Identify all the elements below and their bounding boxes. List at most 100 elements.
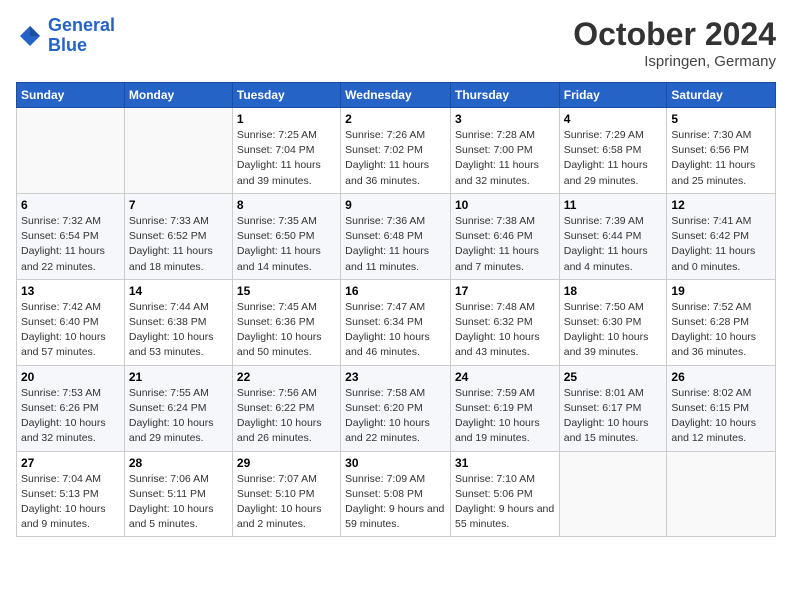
day-number: 25 <box>564 370 663 384</box>
calendar-cell: 7Sunrise: 7:33 AM Sunset: 6:52 PM Daylig… <box>124 193 232 279</box>
day-number: 24 <box>455 370 555 384</box>
calendar-body: 1 Sunrise: 7:25 AM Sunset: 7:04 PM Daylig… <box>17 108 776 537</box>
day-info: Sunrise: 7:06 AM Sunset: 5:11 PM Dayligh… <box>129 472 228 533</box>
weekday-header-wednesday: Wednesday <box>341 83 451 108</box>
weekday-header-saturday: Saturday <box>667 83 776 108</box>
day-info: Sunrise: 7:42 AM Sunset: 6:40 PM Dayligh… <box>21 300 120 361</box>
day-info: Sunrise: 7:39 AM Sunset: 6:44 PM Dayligh… <box>564 214 663 275</box>
weekday-header-sunday: Sunday <box>17 83 125 108</box>
day-info: Sunrise: 7:04 AM Sunset: 5:13 PM Dayligh… <box>21 472 120 533</box>
calendar-cell: 1 Sunrise: 7:25 AM Sunset: 7:04 PM Daylig… <box>232 108 340 194</box>
calendar-cell: 11 Sunrise: 7:39 AM Sunset: 6:44 PM Dayli… <box>559 193 667 279</box>
month-title: October 2024 <box>573 16 776 53</box>
logo: General Blue <box>16 16 115 56</box>
calendar-week-3: 13 Sunrise: 7:42 AM Sunset: 6:40 PM Dayli… <box>17 279 776 365</box>
day-info: Sunrise: 7:47 AM Sunset: 6:34 PM Dayligh… <box>345 300 446 361</box>
calendar-cell: 24 Sunrise: 7:59 AM Sunset: 6:19 PM Dayli… <box>450 365 559 451</box>
logo-general: General <box>48 15 115 35</box>
calendar-cell: 9 Sunrise: 7:36 AM Sunset: 6:48 PM Daylig… <box>341 193 451 279</box>
logo-blue: Blue <box>48 35 87 55</box>
day-number: 20 <box>21 370 120 384</box>
day-info: Sunrise: 7:55 AM Sunset: 6:24 PM Dayligh… <box>129 386 228 447</box>
day-info: Sunrise: 7:33 AM Sunset: 6:52 PM Dayligh… <box>129 214 228 275</box>
calendar-cell: 25Sunrise: 8:01 AM Sunset: 6:17 PM Dayli… <box>559 365 667 451</box>
calendar-cell: 18Sunrise: 7:50 AM Sunset: 6:30 PM Dayli… <box>559 279 667 365</box>
calendar-cell: 4 Sunrise: 7:29 AM Sunset: 6:58 PM Daylig… <box>559 108 667 194</box>
day-number: 30 <box>345 456 446 470</box>
calendar-cell: 2Sunrise: 7:26 AM Sunset: 7:02 PM Daylig… <box>341 108 451 194</box>
day-number: 22 <box>237 370 336 384</box>
day-number: 13 <box>21 284 120 298</box>
day-info: Sunrise: 7:52 AM Sunset: 6:28 PM Dayligh… <box>671 300 771 361</box>
weekday-header-thursday: Thursday <box>450 83 559 108</box>
calendar-cell <box>17 108 125 194</box>
day-number: 17 <box>455 284 555 298</box>
calendar-cell: 17Sunrise: 7:48 AM Sunset: 6:32 PM Dayli… <box>450 279 559 365</box>
calendar-cell: 21 Sunrise: 7:55 AM Sunset: 6:24 PM Dayli… <box>124 365 232 451</box>
day-info: Sunrise: 7:32 AM Sunset: 6:54 PM Dayligh… <box>21 214 120 275</box>
calendar-cell: 5Sunrise: 7:30 AM Sunset: 6:56 PM Daylig… <box>667 108 776 194</box>
calendar-header: SundayMondayTuesdayWednesdayThursdayFrid… <box>17 83 776 108</box>
page-header: General Blue October 2024 Ispringen, Ger… <box>16 16 776 70</box>
day-info: Sunrise: 7:36 AM Sunset: 6:48 PM Dayligh… <box>345 214 446 275</box>
logo-icon <box>16 22 44 50</box>
calendar-cell: 27 Sunrise: 7:04 AM Sunset: 5:13 PM Dayli… <box>17 451 125 537</box>
day-number: 26 <box>671 370 771 384</box>
calendar-cell: 28Sunrise: 7:06 AM Sunset: 5:11 PM Dayli… <box>124 451 232 537</box>
day-info: Sunrise: 7:56 AM Sunset: 6:22 PM Dayligh… <box>237 386 336 447</box>
calendar-cell: 13 Sunrise: 7:42 AM Sunset: 6:40 PM Dayli… <box>17 279 125 365</box>
day-number: 27 <box>21 456 120 470</box>
day-info: Sunrise: 7:29 AM Sunset: 6:58 PM Dayligh… <box>564 128 663 189</box>
day-info: Sunrise: 7:44 AM Sunset: 6:38 PM Dayligh… <box>129 300 228 361</box>
day-number: 19 <box>671 284 771 298</box>
day-info: Sunrise: 7:38 AM Sunset: 6:46 PM Dayligh… <box>455 214 555 275</box>
calendar-cell: 30Sunrise: 7:09 AM Sunset: 5:08 PM Dayli… <box>341 451 451 537</box>
calendar-cell: 3Sunrise: 7:28 AM Sunset: 7:00 PM Daylig… <box>450 108 559 194</box>
day-number: 21 <box>129 370 228 384</box>
day-number: 11 <box>564 198 663 212</box>
day-number: 29 <box>237 456 336 470</box>
day-info: Sunrise: 7:30 AM Sunset: 6:56 PM Dayligh… <box>671 128 771 189</box>
day-info: Sunrise: 7:50 AM Sunset: 6:30 PM Dayligh… <box>564 300 663 361</box>
day-number: 3 <box>455 112 555 126</box>
weekday-header-friday: Friday <box>559 83 667 108</box>
calendar-cell: 6Sunrise: 7:32 AM Sunset: 6:54 PM Daylig… <box>17 193 125 279</box>
calendar-cell: 14 Sunrise: 7:44 AM Sunset: 6:38 PM Dayli… <box>124 279 232 365</box>
calendar-week-2: 6Sunrise: 7:32 AM Sunset: 6:54 PM Daylig… <box>17 193 776 279</box>
day-number: 1 <box>237 112 336 126</box>
weekday-header-row: SundayMondayTuesdayWednesdayThursdayFrid… <box>17 83 776 108</box>
day-number: 14 <box>129 284 228 298</box>
day-number: 9 <box>345 198 446 212</box>
calendar-cell <box>667 451 776 537</box>
calendar-week-5: 27 Sunrise: 7:04 AM Sunset: 5:13 PM Dayli… <box>17 451 776 537</box>
day-info: Sunrise: 7:25 AM Sunset: 7:04 PM Dayligh… <box>237 128 336 189</box>
day-number: 15 <box>237 284 336 298</box>
calendar-cell: 26Sunrise: 8:02 AM Sunset: 6:15 PM Dayli… <box>667 365 776 451</box>
day-info: Sunrise: 7:35 AM Sunset: 6:50 PM Dayligh… <box>237 214 336 275</box>
day-number: 23 <box>345 370 446 384</box>
day-info: Sunrise: 7:45 AM Sunset: 6:36 PM Dayligh… <box>237 300 336 361</box>
calendar-week-1: 1 Sunrise: 7:25 AM Sunset: 7:04 PM Daylig… <box>17 108 776 194</box>
weekday-header-tuesday: Tuesday <box>232 83 340 108</box>
calendar-cell: 29 Sunrise: 7:07 AM Sunset: 5:10 PM Dayli… <box>232 451 340 537</box>
day-number: 12 <box>671 198 771 212</box>
location: Ispringen, Germany <box>573 53 776 70</box>
calendar-cell: 15 Sunrise: 7:45 AM Sunset: 6:36 PM Dayli… <box>232 279 340 365</box>
day-number: 4 <box>564 112 663 126</box>
calendar-week-4: 20Sunrise: 7:53 AM Sunset: 6:26 PM Dayli… <box>17 365 776 451</box>
calendar-table: SundayMondayTuesdayWednesdayThursdayFrid… <box>16 82 776 537</box>
day-number: 2 <box>345 112 446 126</box>
title-block: October 2024 Ispringen, Germany <box>573 16 776 70</box>
logo-text: General Blue <box>48 16 115 56</box>
day-info: Sunrise: 7:41 AM Sunset: 6:42 PM Dayligh… <box>671 214 771 275</box>
day-number: 31 <box>455 456 555 470</box>
calendar-cell: 10Sunrise: 7:38 AM Sunset: 6:46 PM Dayli… <box>450 193 559 279</box>
weekday-header-monday: Monday <box>124 83 232 108</box>
day-info: Sunrise: 7:59 AM Sunset: 6:19 PM Dayligh… <box>455 386 555 447</box>
day-number: 8 <box>237 198 336 212</box>
calendar-cell: 19 Sunrise: 7:52 AM Sunset: 6:28 PM Dayli… <box>667 279 776 365</box>
day-info: Sunrise: 7:07 AM Sunset: 5:10 PM Dayligh… <box>237 472 336 533</box>
calendar-cell: 20Sunrise: 7:53 AM Sunset: 6:26 PM Dayli… <box>17 365 125 451</box>
calendar-cell: 31Sunrise: 7:10 AM Sunset: 5:06 PM Dayli… <box>450 451 559 537</box>
calendar-cell: 8 Sunrise: 7:35 AM Sunset: 6:50 PM Daylig… <box>232 193 340 279</box>
